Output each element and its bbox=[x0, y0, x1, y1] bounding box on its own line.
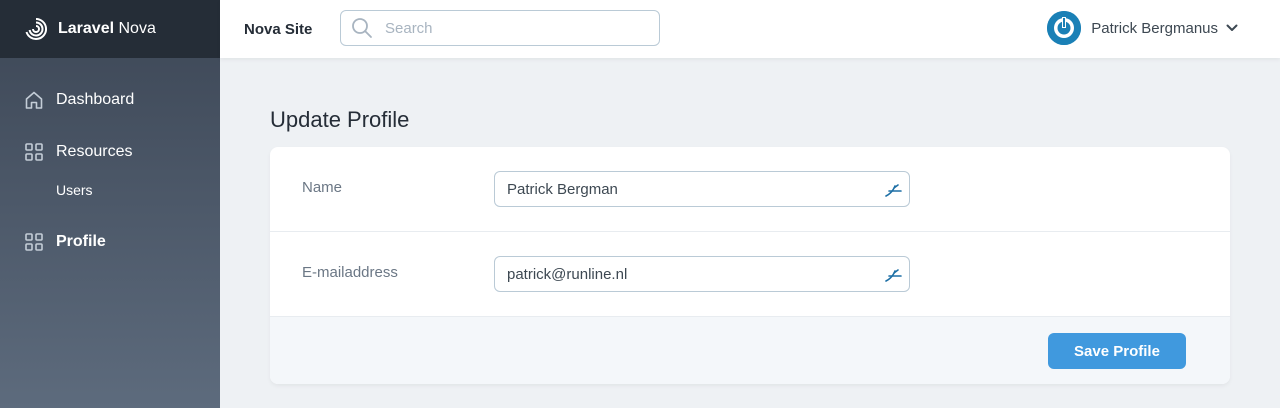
sidebar-item-label: Resources bbox=[56, 143, 133, 160]
search-box[interactable] bbox=[340, 10, 660, 46]
search-icon bbox=[351, 17, 373, 39]
sidebar-item-dashboard[interactable]: Dashboard bbox=[0, 88, 220, 112]
top-bar: Nova Site Patrick Bergmanus bbox=[220, 0, 1280, 58]
user-name: Patrick Bergmanus bbox=[1091, 19, 1218, 37]
name-label: Name bbox=[302, 179, 343, 196]
search-input[interactable] bbox=[385, 19, 645, 37]
password-manager-icon[interactable] bbox=[885, 267, 903, 283]
sidebar-item-resources[interactable]: Resources bbox=[0, 140, 220, 164]
chevron-down-icon bbox=[1226, 19, 1238, 37]
grid-icon bbox=[24, 232, 44, 252]
email-input[interactable] bbox=[495, 265, 875, 283]
form-row-name: Name bbox=[270, 147, 1230, 232]
sidebar-item-profile[interactable]: Profile bbox=[0, 230, 220, 254]
email-label: E-mailaddress bbox=[302, 264, 398, 281]
sidebar: Laravel Nova Dashboard Resources Users P… bbox=[0, 0, 220, 408]
form-row-email: E-mailaddress bbox=[270, 232, 1230, 317]
user-menu[interactable]: Patrick Bergmanus bbox=[1047, 11, 1238, 45]
site-name[interactable]: Nova Site bbox=[244, 21, 312, 38]
brand-name: Laravel Nova bbox=[58, 20, 156, 37]
save-profile-button[interactable]: Save Profile bbox=[1048, 333, 1186, 369]
sidebar-item-label: Dashboard bbox=[56, 91, 135, 108]
brand[interactable]: Laravel Nova bbox=[0, 0, 220, 58]
home-icon bbox=[24, 90, 44, 110]
name-input[interactable] bbox=[495, 180, 875, 198]
email-field[interactable] bbox=[494, 256, 910, 292]
profile-form-card: Name E-mailaddress Save Profile bbox=[270, 147, 1230, 384]
sidebar-item-label: Profile bbox=[56, 233, 106, 250]
sidebar-item-users[interactable]: Users bbox=[0, 182, 220, 200]
form-footer: Save Profile bbox=[270, 317, 1230, 384]
page-title: Update Profile bbox=[270, 107, 410, 132]
avatar bbox=[1047, 11, 1082, 45]
password-manager-icon[interactable] bbox=[885, 182, 903, 198]
grid-icon bbox=[24, 142, 44, 162]
name-field[interactable] bbox=[494, 171, 910, 207]
nova-logo-icon bbox=[25, 17, 48, 40]
sidebar-nav: Dashboard Resources Users Profile bbox=[0, 58, 220, 254]
